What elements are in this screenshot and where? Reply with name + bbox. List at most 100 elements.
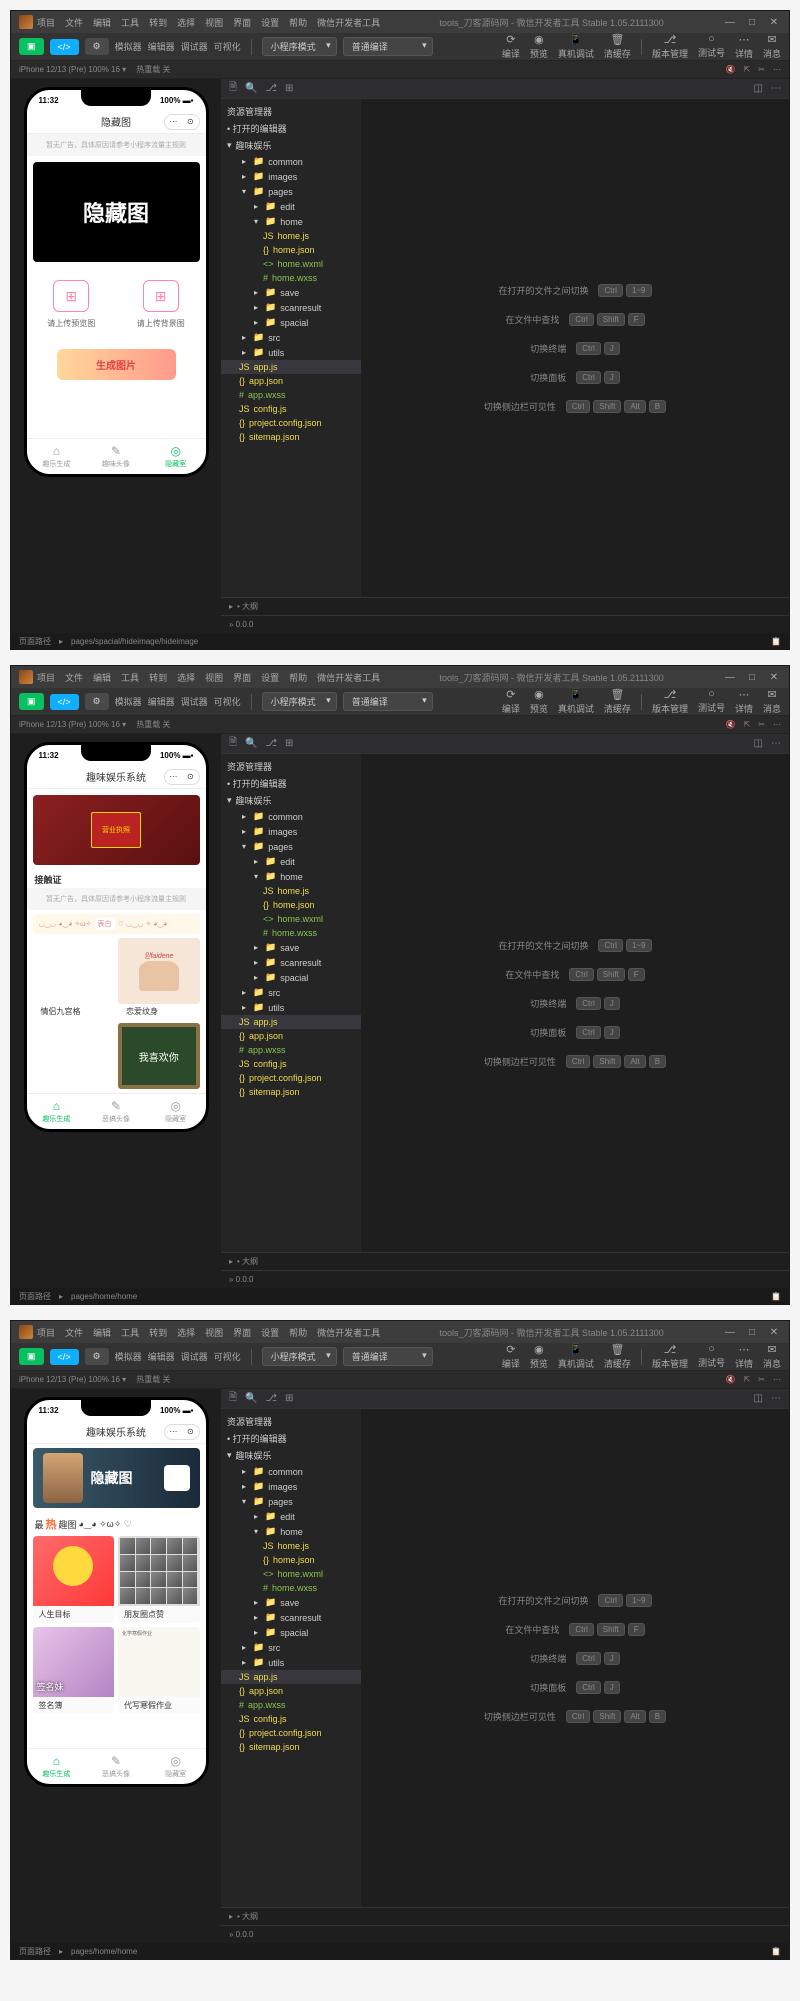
preview-button[interactable]: ◉预览 [530,33,548,60]
close-button[interactable]: ✕ [767,17,781,28]
card-signature[interactable]: 签名簿 [33,1627,115,1714]
grid-board[interactable]: 我喜欢你 [118,1023,200,1089]
file-homejs[interactable]: JS home.js [221,229,361,243]
folder-spacial[interactable]: ▸📁 spacial [221,315,361,330]
hotreload-toggle[interactable]: 热重载 关 [136,64,170,75]
grid-colors[interactable] [33,1023,115,1089]
details-button[interactable]: ⋯详情 [735,33,753,60]
realdevice-button[interactable]: 📱真机调试 [558,33,594,60]
maximize-button[interactable]: □ [745,1327,759,1338]
menu-select[interactable]: 选择 [177,16,195,29]
debugger-toggle[interactable]: ⚙ [85,1348,109,1365]
page-path[interactable]: pages/spacial/hideimage/hideimage [71,637,198,646]
generate-button[interactable]: 生成图片 [57,349,176,380]
version-button[interactable]: ⎇版本管理 [652,33,688,60]
page-path[interactable]: pages/home/home [71,1292,137,1301]
device-selector[interactable]: iPhone 12/13 (Pre) 100% 16 ▾ [19,1375,126,1384]
hotreload-toggle[interactable]: 热重载 关 [136,719,170,730]
compile-button[interactable]: ⟳编译 [502,688,520,715]
folder-common[interactable]: ▸📁 common [221,154,361,169]
upload-preview-button[interactable]: ⊞请上传预览图 [47,280,95,329]
mode-dropdown[interactable]: 小程序模式 [262,692,337,711]
more-icon[interactable]: ⋯ [771,83,781,94]
menu-project[interactable]: 项目 [37,16,55,29]
menu-devtools[interactable]: 微信开发者工具 [317,16,380,29]
clearcache-button[interactable]: 🗑清缓存 [604,688,631,715]
mode-dropdown[interactable]: 小程序模式 [262,1347,337,1366]
menu-help[interactable]: 帮助 [289,16,307,29]
debugger-toggle[interactable]: ⚙ [85,38,109,55]
grid-nine[interactable] [33,938,115,1004]
upload-bg-button[interactable]: ⊞请上传背景图 [137,280,185,329]
maximize-button[interactable]: □ [745,672,759,683]
folder-edit[interactable]: ▸📁 edit [221,199,361,214]
simulator-button[interactable]: ▣ [19,1348,44,1365]
tab-avatar[interactable]: ✎恶搞头像 [86,1749,146,1784]
timeline-bar[interactable]: » 0.0.0 [221,615,789,633]
debugger-label[interactable]: 调试器 [181,40,208,53]
clearcache-button[interactable]: 🗑清缓存 [604,33,631,60]
tab-avatar[interactable]: ✎趣味头像 [86,439,146,474]
visual-label[interactable]: 可视化 [214,40,241,53]
cert-banner[interactable]: 营业执照 [33,795,200,865]
menu-settings[interactable]: 设置 [261,16,279,29]
hotreload-toggle[interactable]: 热重载 关 [136,1374,170,1385]
test-button[interactable]: ○测试号 [698,33,725,60]
message-button[interactable]: ✉消息 [763,33,781,60]
simulator-button[interactable]: ▣ [19,693,44,710]
file-homejson[interactable]: {} home.json [221,243,361,257]
minimize-button[interactable]: — [723,1327,737,1338]
file-projectconfig[interactable]: {} project.config.json [221,416,361,430]
search-icon[interactable]: 🔍 [245,83,257,94]
folder-images[interactable]: ▸📁 images [221,169,361,184]
menu-file[interactable]: 文件 [65,16,83,29]
editor-button[interactable]: </> [50,39,79,55]
compile-button[interactable]: ⟳编译 [502,33,520,60]
git-icon[interactable]: ⎇ [266,83,278,94]
device-selector[interactable]: iPhone 12/13 (Pre) 100% 16 ▾ [19,65,126,74]
editor-button[interactable]: </> [50,1349,79,1365]
debugger-toggle[interactable]: ⚙ [85,693,109,710]
tab-home[interactable]: ⌂趣乐生成 [27,1749,87,1784]
realdevice-button[interactable]: 📱真机调试 [558,688,594,715]
folder-home[interactable]: ▾📁 home [221,214,361,229]
split-icon[interactable]: ◫ [754,83,763,94]
editor-label[interactable]: 编辑器 [148,40,175,53]
simulator-button[interactable]: ▣ [19,38,44,55]
device-selector[interactable]: iPhone 12/13 (Pre) 100% 16 ▾ [19,720,126,729]
card-homework[interactable]: 化学寒假作业代写寒假作业 [118,1627,200,1714]
capsule-menu[interactable]: ⋯⊙ [164,769,200,785]
tab-hidden[interactable]: ◎隐藏室 [146,439,206,474]
close-button[interactable]: ✕ [767,672,781,683]
maximize-button[interactable]: □ [745,17,759,28]
tab-home[interactable]: ⌂趣乐生成 [27,1094,87,1129]
sound-icon[interactable]: 🔇 [726,65,736,74]
more-icon[interactable]: ⋯ [773,65,781,74]
cut-icon[interactable]: ✂ [758,65,765,74]
folder-src[interactable]: ▸📁 src [221,330,361,345]
minimize-button[interactable]: — [723,672,737,683]
close-button[interactable]: ✕ [767,1327,781,1338]
hero-banner[interactable]: 隐藏图 [33,1448,200,1508]
mode-dropdown[interactable]: 小程序模式 [262,37,337,56]
folder-utils[interactable]: ▸📁 utils [221,345,361,360]
grid-tattoo[interactable]: 믿faidene [118,938,200,1004]
file-appjs[interactable]: JS app.js [221,360,361,374]
folder-pages[interactable]: ▾📁 pages [221,184,361,199]
menu-goto[interactable]: 转到 [149,16,167,29]
compile-dropdown[interactable]: 普通编译 [343,1347,433,1366]
tab-hidden[interactable]: ◎隐藏室 [146,1094,206,1129]
explorer-header[interactable]: 资源管理器 [221,103,361,120]
explorer-icon[interactable]: 🗎 [229,80,237,97]
file-appwxss[interactable]: # app.wxss [221,388,361,402]
folder-scanresult[interactable]: ▸📁 scanresult [221,300,361,315]
compile-dropdown[interactable]: 普通编译 [343,37,433,56]
file-sitemap[interactable]: {} sitemap.json [221,430,361,444]
file-appjson[interactable]: {} app.json [221,374,361,388]
menu-tools[interactable]: 工具 [121,16,139,29]
editor-button[interactable]: </> [50,694,79,710]
file-homewxml[interactable]: <> home.wxml [221,257,361,271]
card-likes[interactable]: 朋友圈点赞 [118,1536,200,1623]
tab-home[interactable]: ⌂趣乐生成 [27,439,87,474]
tab-avatar[interactable]: ✎恶搞头像 [86,1094,146,1129]
